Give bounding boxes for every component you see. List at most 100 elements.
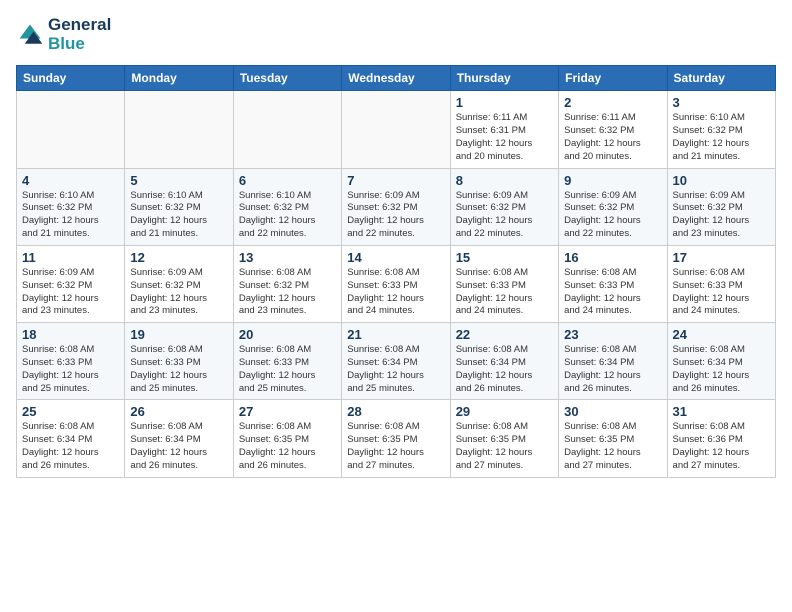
day-info: Sunrise: 6:09 AM Sunset: 6:32 PM Dayligh… (564, 190, 661, 241)
calendar-cell: 22 Sunrise: 6:08 AM Sunset: 6:34 PM Dayli… (450, 323, 558, 400)
calendar-cell: 28 Sunrise: 6:08 AM Sunset: 6:35 PM Dayli… (342, 400, 450, 477)
calendar-cell: 16 Sunrise: 6:08 AM Sunset: 6:33 PM Dayli… (559, 245, 667, 322)
day-number: 15 (456, 250, 553, 265)
calendar-cell: 29Sunrise: 6:08 AM Sunset: 6:35 PM Dayli… (450, 400, 558, 477)
calendar-cell: 27Sunrise: 6:08 AM Sunset: 6:35 PM Dayli… (233, 400, 341, 477)
day-number: 23 (564, 327, 661, 342)
calendar-cell: 25 Sunrise: 6:08 AM Sunset: 6:34 PM Dayli… (17, 400, 125, 477)
page-header: General Blue (16, 16, 776, 53)
day-number: 3 (673, 95, 770, 110)
calendar-cell: 8 Sunrise: 6:09 AM Sunset: 6:32 PM Daylig… (450, 168, 558, 245)
day-number: 8 (456, 173, 553, 188)
day-info: Sunrise: 6:08 AM Sunset: 6:33 PM Dayligh… (456, 267, 553, 318)
calendar-cell: 3 Sunrise: 6:10 AM Sunset: 6:32 PM Daylig… (667, 91, 775, 168)
day-number: 4 (22, 173, 119, 188)
day-info: Sunrise: 6:08 AM Sunset: 6:32 PM Dayligh… (239, 267, 336, 318)
calendar-cell: 15 Sunrise: 6:08 AM Sunset: 6:33 PM Dayli… (450, 245, 558, 322)
day-number: 6 (239, 173, 336, 188)
day-number: 14 (347, 250, 444, 265)
calendar-cell (233, 91, 341, 168)
day-number: 30 (564, 404, 661, 419)
day-info: Sunrise: 6:08 AM Sunset: 6:33 PM Dayligh… (564, 267, 661, 318)
day-number: 21 (347, 327, 444, 342)
weekday-header-friday: Friday (559, 66, 667, 91)
calendar-cell: 18 Sunrise: 6:08 AM Sunset: 6:33 PM Dayli… (17, 323, 125, 400)
calendar-week-5: 25 Sunrise: 6:08 AM Sunset: 6:34 PM Dayli… (17, 400, 776, 477)
day-info: Sunrise: 6:08 AM Sunset: 6:35 PM Dayligh… (239, 421, 336, 472)
logo-text-line1: General (48, 16, 111, 35)
weekday-header-sunday: Sunday (17, 66, 125, 91)
weekday-header-thursday: Thursday (450, 66, 558, 91)
calendar-cell (342, 91, 450, 168)
day-number: 26 (130, 404, 227, 419)
day-info: Sunrise: 6:08 AM Sunset: 6:33 PM Dayligh… (347, 267, 444, 318)
day-info: Sunrise: 6:10 AM Sunset: 6:32 PM Dayligh… (130, 190, 227, 241)
calendar-cell: 9 Sunrise: 6:09 AM Sunset: 6:32 PM Daylig… (559, 168, 667, 245)
calendar-cell: 17Sunrise: 6:08 AM Sunset: 6:33 PM Dayli… (667, 245, 775, 322)
day-info: Sunrise: 6:10 AM Sunset: 6:32 PM Dayligh… (239, 190, 336, 241)
calendar-table: SundayMondayTuesdayWednesdayThursdayFrid… (16, 65, 776, 477)
day-info: Sunrise: 6:08 AM Sunset: 6:33 PM Dayligh… (22, 344, 119, 395)
day-info: Sunrise: 6:08 AM Sunset: 6:35 PM Dayligh… (347, 421, 444, 472)
day-info: Sunrise: 6:09 AM Sunset: 6:32 PM Dayligh… (673, 190, 770, 241)
calendar-cell: 21 Sunrise: 6:08 AM Sunset: 6:34 PM Dayli… (342, 323, 450, 400)
day-number: 9 (564, 173, 661, 188)
calendar-cell: 12Sunrise: 6:09 AM Sunset: 6:32 PM Dayli… (125, 245, 233, 322)
day-number: 16 (564, 250, 661, 265)
calendar-cell: 4Sunrise: 6:10 AM Sunset: 6:32 PM Daylig… (17, 168, 125, 245)
calendar-cell: 24 Sunrise: 6:08 AM Sunset: 6:34 PM Dayli… (667, 323, 775, 400)
day-info: Sunrise: 6:09 AM Sunset: 6:32 PM Dayligh… (456, 190, 553, 241)
calendar-cell: 7Sunrise: 6:09 AM Sunset: 6:32 PM Daylig… (342, 168, 450, 245)
day-info: Sunrise: 6:09 AM Sunset: 6:32 PM Dayligh… (130, 267, 227, 318)
day-number: 28 (347, 404, 444, 419)
calendar-cell: 26 Sunrise: 6:08 AM Sunset: 6:34 PM Dayli… (125, 400, 233, 477)
day-number: 2 (564, 95, 661, 110)
calendar-cell: 19 Sunrise: 6:08 AM Sunset: 6:33 PM Dayli… (125, 323, 233, 400)
day-number: 7 (347, 173, 444, 188)
logo-icon (16, 21, 44, 49)
day-info: Sunrise: 6:09 AM Sunset: 6:32 PM Dayligh… (22, 267, 119, 318)
day-info: Sunrise: 6:08 AM Sunset: 6:33 PM Dayligh… (239, 344, 336, 395)
calendar-cell: 30 Sunrise: 6:08 AM Sunset: 6:35 PM Dayli… (559, 400, 667, 477)
day-info: Sunrise: 6:08 AM Sunset: 6:34 PM Dayligh… (347, 344, 444, 395)
calendar-header-row: SundayMondayTuesdayWednesdayThursdayFrid… (17, 66, 776, 91)
weekday-header-monday: Monday (125, 66, 233, 91)
day-number: 20 (239, 327, 336, 342)
weekday-header-tuesday: Tuesday (233, 66, 341, 91)
calendar-cell: 2Sunrise: 6:11 AM Sunset: 6:32 PM Daylig… (559, 91, 667, 168)
day-info: Sunrise: 6:08 AM Sunset: 6:34 PM Dayligh… (564, 344, 661, 395)
day-number: 10 (673, 173, 770, 188)
day-info: Sunrise: 6:08 AM Sunset: 6:34 PM Dayligh… (673, 344, 770, 395)
calendar-cell: 20 Sunrise: 6:08 AM Sunset: 6:33 PM Dayli… (233, 323, 341, 400)
day-info: Sunrise: 6:08 AM Sunset: 6:33 PM Dayligh… (130, 344, 227, 395)
day-number: 18 (22, 327, 119, 342)
calendar-cell: 14 Sunrise: 6:08 AM Sunset: 6:33 PM Dayli… (342, 245, 450, 322)
weekday-header-saturday: Saturday (667, 66, 775, 91)
day-info: Sunrise: 6:08 AM Sunset: 6:33 PM Dayligh… (673, 267, 770, 318)
calendar-week-3: 11 Sunrise: 6:09 AM Sunset: 6:32 PM Dayli… (17, 245, 776, 322)
day-info: Sunrise: 6:08 AM Sunset: 6:34 PM Dayligh… (130, 421, 227, 472)
calendar-cell: 5 Sunrise: 6:10 AM Sunset: 6:32 PM Daylig… (125, 168, 233, 245)
day-info: Sunrise: 6:10 AM Sunset: 6:32 PM Dayligh… (673, 112, 770, 163)
calendar-cell: 23 Sunrise: 6:08 AM Sunset: 6:34 PM Dayli… (559, 323, 667, 400)
day-number: 24 (673, 327, 770, 342)
day-number: 25 (22, 404, 119, 419)
calendar-cell: 31 Sunrise: 6:08 AM Sunset: 6:36 PM Dayli… (667, 400, 775, 477)
weekday-header-wednesday: Wednesday (342, 66, 450, 91)
day-info: Sunrise: 6:11 AM Sunset: 6:31 PM Dayligh… (456, 112, 553, 163)
day-number: 5 (130, 173, 227, 188)
day-number: 31 (673, 404, 770, 419)
day-info: Sunrise: 6:08 AM Sunset: 6:34 PM Dayligh… (456, 344, 553, 395)
day-info: Sunrise: 6:08 AM Sunset: 6:36 PM Dayligh… (673, 421, 770, 472)
day-info: Sunrise: 6:08 AM Sunset: 6:34 PM Dayligh… (22, 421, 119, 472)
day-info: Sunrise: 6:08 AM Sunset: 6:35 PM Dayligh… (456, 421, 553, 472)
calendar-cell: 1Sunrise: 6:11 AM Sunset: 6:31 PM Daylig… (450, 91, 558, 168)
calendar-cell: 6 Sunrise: 6:10 AM Sunset: 6:32 PM Daylig… (233, 168, 341, 245)
calendar-week-4: 18 Sunrise: 6:08 AM Sunset: 6:33 PM Dayli… (17, 323, 776, 400)
day-info: Sunrise: 6:08 AM Sunset: 6:35 PM Dayligh… (564, 421, 661, 472)
day-number: 19 (130, 327, 227, 342)
calendar-week-1: 1Sunrise: 6:11 AM Sunset: 6:31 PM Daylig… (17, 91, 776, 168)
day-number: 11 (22, 250, 119, 265)
calendar-cell: 10 Sunrise: 6:09 AM Sunset: 6:32 PM Dayli… (667, 168, 775, 245)
day-number: 22 (456, 327, 553, 342)
